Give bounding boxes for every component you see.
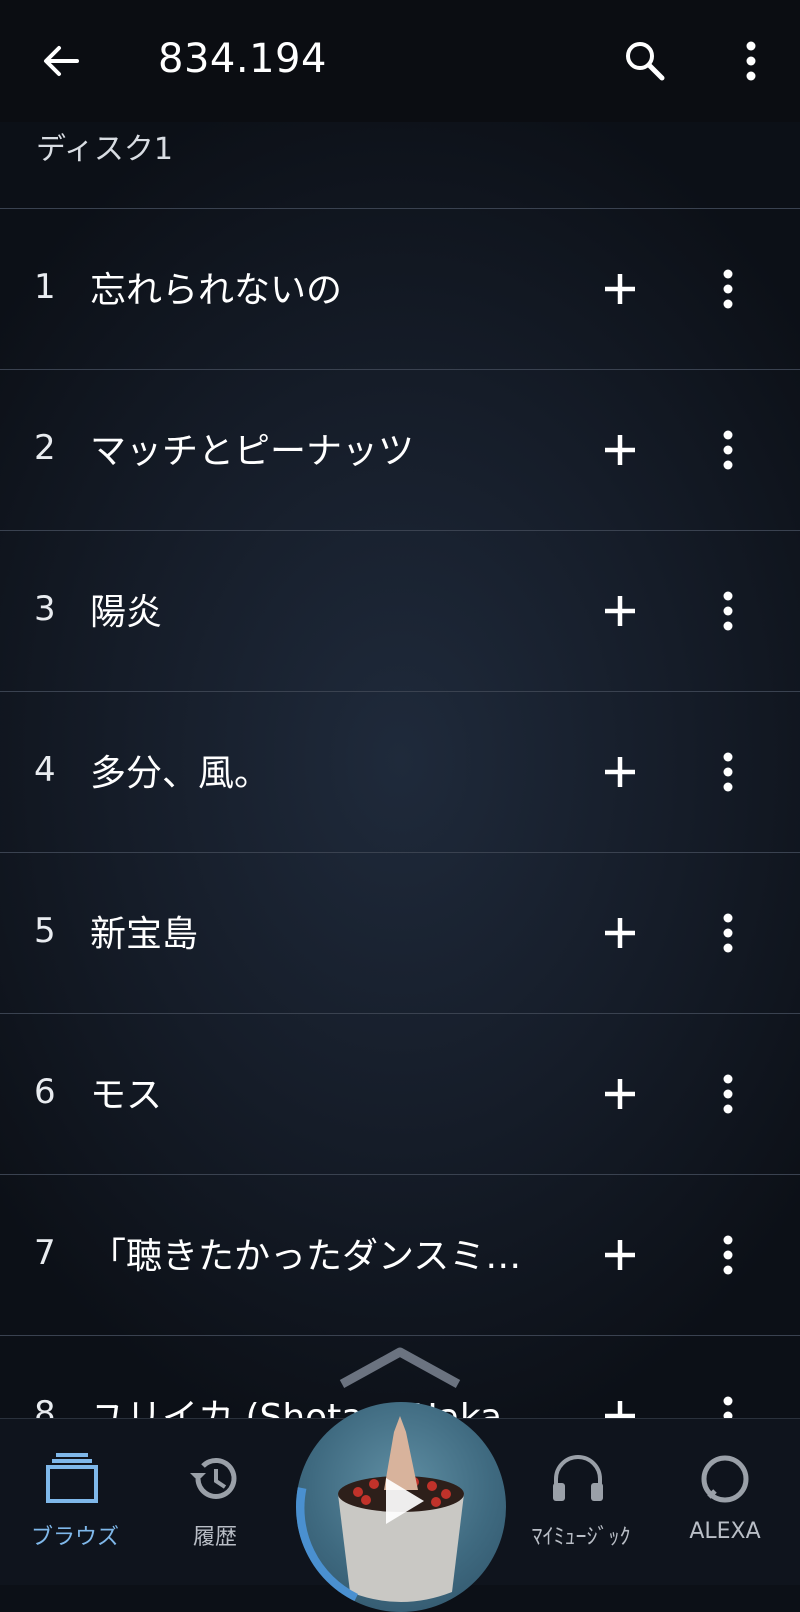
more-vertical-icon [723, 913, 733, 953]
search-button[interactable] [614, 30, 676, 92]
browse-icon [46, 1453, 98, 1503]
back-button[interactable] [30, 30, 92, 92]
track-number: 2 [34, 428, 56, 468]
more-vertical-icon [746, 41, 756, 81]
track-title: 陽炎 [90, 592, 163, 633]
track-row[interactable]: 7 「聴きたかったダンスミュ… [0, 1174, 800, 1335]
more-vertical-icon [723, 1235, 733, 1275]
nav-history[interactable]: 履歴 [140, 1419, 290, 1585]
plus-icon [605, 596, 635, 626]
history-icon [190, 1457, 237, 1499]
page-title: 834.194 [158, 36, 327, 82]
plus-icon [605, 435, 635, 465]
nav-history-label: 履歴 [192, 1525, 237, 1550]
plus-icon [605, 757, 635, 787]
track-title: マッチとピーナッツ [90, 431, 415, 472]
play-icon [386, 1478, 424, 1524]
search-icon [626, 42, 665, 81]
track-number: 3 [34, 589, 56, 629]
track-more-button[interactable] [700, 1066, 756, 1122]
track-title: 「聴きたかったダンスミュ… [90, 1236, 540, 1277]
now-playing-button[interactable] [296, 1402, 506, 1612]
more-vertical-icon [723, 752, 733, 792]
nav-alexa[interactable]: ALEXA [650, 1419, 800, 1585]
disc-label: ディスク1 [36, 132, 173, 167]
plus-icon [605, 1079, 635, 1109]
nav-my-music[interactable]: ﾏｲﾐｭｰｼﾞｯｸ [506, 1419, 656, 1585]
nav-alexa-label: ALEXA [689, 1519, 761, 1544]
plus-icon [605, 1240, 635, 1270]
track-more-button[interactable] [700, 261, 756, 317]
more-vertical-icon [723, 1074, 733, 1114]
track-title: 新宝島 [90, 914, 199, 955]
nav-my-music-label: ﾏｲﾐｭｰｼﾞｯｸ [531, 1525, 631, 1550]
track-number: 6 [34, 1072, 56, 1112]
nav-browse[interactable]: ブラウズ [0, 1419, 150, 1585]
track-row[interactable]: 4 多分、風。 [0, 691, 800, 852]
headphones-icon [553, 1455, 603, 1501]
nav-browse-label: ブラウズ [30, 1525, 119, 1550]
expand-player-button[interactable] [338, 1346, 462, 1394]
track-more-button[interactable] [700, 1227, 756, 1283]
add-track-button[interactable] [592, 261, 648, 317]
track-list: 1 忘れられないの 2 マッチとピーナッツ 3 陽炎 4 多分、風。 5 新宝島… [0, 208, 800, 1496]
chevron-up-icon [339, 1347, 461, 1388]
add-track-button[interactable] [592, 1227, 648, 1283]
add-track-button[interactable] [592, 583, 648, 639]
track-number: 5 [34, 911, 56, 951]
track-number: 1 [34, 267, 56, 307]
track-title: モス [90, 1075, 163, 1116]
alexa-icon [701, 1455, 749, 1503]
track-number: 7 [34, 1233, 56, 1273]
track-more-button[interactable] [700, 905, 756, 961]
track-more-button[interactable] [700, 583, 756, 639]
more-vertical-icon [723, 269, 733, 309]
track-row[interactable]: 1 忘れられないの [0, 208, 800, 369]
track-title: 忘れられないの [90, 270, 343, 311]
track-row[interactable]: 3 陽炎 [0, 530, 800, 691]
plus-icon [605, 274, 635, 304]
track-more-button[interactable] [700, 422, 756, 478]
top-app-bar: 834.194 [0, 0, 800, 122]
plus-icon [605, 918, 635, 948]
track-number: 4 [34, 750, 56, 790]
add-track-button[interactable] [592, 1066, 648, 1122]
arrow-left-icon [44, 46, 79, 76]
add-track-button[interactable] [592, 905, 648, 961]
track-title: 多分、風。 [90, 753, 271, 794]
add-track-button[interactable] [592, 422, 648, 478]
track-row[interactable]: 6 モス [0, 1013, 800, 1174]
more-vertical-icon [723, 430, 733, 470]
add-track-button[interactable] [592, 744, 648, 800]
track-row[interactable]: 5 新宝島 [0, 852, 800, 1013]
overflow-menu-button[interactable] [720, 30, 782, 92]
track-more-button[interactable] [700, 744, 756, 800]
track-row[interactable]: 2 マッチとピーナッツ [0, 369, 800, 530]
more-vertical-icon [723, 591, 733, 631]
